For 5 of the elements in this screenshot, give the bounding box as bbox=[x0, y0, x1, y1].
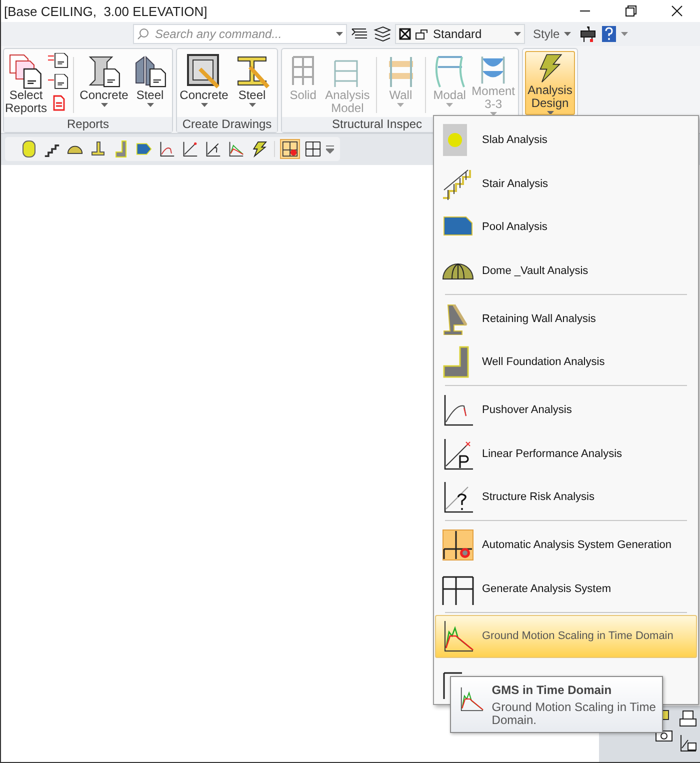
tooltip-text: Ground Motion Scaling in Time Domain. bbox=[492, 701, 656, 727]
group-label: Reports bbox=[4, 117, 172, 132]
group-label: Create Drawings bbox=[177, 117, 277, 132]
tooltip-title: GMS in Time Domain bbox=[492, 683, 613, 697]
window-title: [Base CEILING, 3.00 ELEVATION] bbox=[4, 4, 208, 18]
